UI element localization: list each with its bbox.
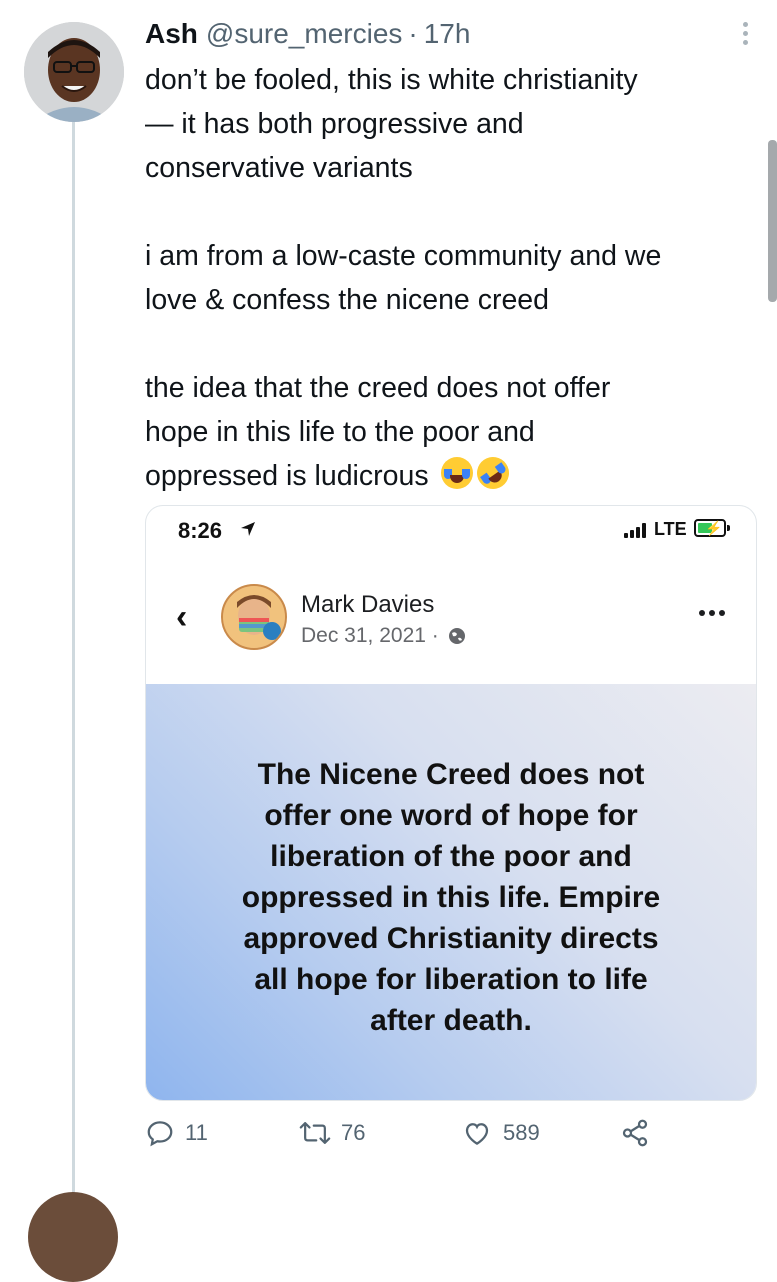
post-line: liberation of the poor and [270,840,632,873]
post-date: Dec 31, 2021 · [301,624,439,647]
share-button[interactable] [620,1118,650,1148]
battery-cap [727,525,730,531]
post-line: offer one word of hope for [264,799,638,832]
tweet-line: conservative variants [145,152,413,184]
reply-icon [147,1121,173,1147]
author-name[interactable]: Ash [145,18,198,50]
author-avatar[interactable] [24,22,124,122]
background-post: The Nicene Creed does not offer one word… [146,684,756,1100]
next-tweet-avatar[interactable] [28,1192,118,1282]
post-line: oppressed in this life. Empire [241,881,661,914]
battery-icon: ⚡ [694,519,726,537]
share-icon [622,1119,648,1147]
status-time: 8:26 [178,518,223,543]
tweet-actions: 11 76 589 [145,1118,705,1158]
reply-count: 11 [185,1120,208,1145]
author-handle[interactable]: @sure_mercies [206,18,402,50]
tweet-line: oppressed is ludicrous [145,460,429,492]
tweet-header: Ash @sure_mercies · 17h [145,18,757,58]
tweet-text: don’t be fooled, this is white christian… [145,58,760,498]
more-horizontal-icon[interactable] [699,610,725,616]
tweet-timestamp[interactable]: 17h [424,18,471,50]
tweet-line: the idea that the creed does not offer [145,372,611,404]
tweet-line-last: oppressed is ludicrous [145,450,760,498]
rolling-on-floor-laughing-icon [470,450,515,496]
tweet-line: don’t be fooled, this is white christian… [145,64,638,96]
retweet-count: 76 [341,1120,366,1145]
post-text: The Nicene Creed does not offer one word… [176,754,726,1041]
post-line: The Nicene Creed does not [257,758,645,791]
like-icon [465,1123,489,1145]
globe-icon [449,628,465,644]
more-vertical-icon[interactable] [741,22,751,48]
like-button[interactable]: 589 [461,1118,540,1148]
post-author-avatar[interactable] [221,584,287,650]
signal-icon [624,522,646,538]
post-line: after death. [370,1004,532,1037]
thread-line [72,122,75,1200]
post-author-name[interactable]: Mark Davies [301,591,434,619]
like-count: 589 [503,1120,540,1145]
tweet-line: — it has both progressive and [145,108,524,140]
scrollbar[interactable] [768,140,777,302]
phone-status-bar: 8:26 LTE ⚡ [146,506,756,556]
embedded-screenshot[interactable]: 8:26 LTE ⚡ ‹ Mark Davies Dec 31, 2021 · … [145,505,757,1101]
tweet-line: hope in this life to the poor and [145,416,535,448]
post-line: all hope for liberation to life [254,963,648,996]
face-with-tears-of-joy-icon [440,457,473,489]
post-line: approved Christianity directs [243,922,659,955]
retweet-icon [299,1122,331,1144]
location-arrow-icon [241,522,255,536]
retweet-button[interactable]: 76 [299,1118,365,1148]
back-chevron-icon[interactable]: ‹ [176,598,187,637]
separator-dot: · [408,18,418,49]
tweet-line: love & confess the nicene creed [145,284,549,316]
network-label: LTE [654,519,687,539]
tweet-line: i am from a low-caste community and we [145,240,662,272]
reply-button[interactable]: 11 [145,1118,208,1148]
